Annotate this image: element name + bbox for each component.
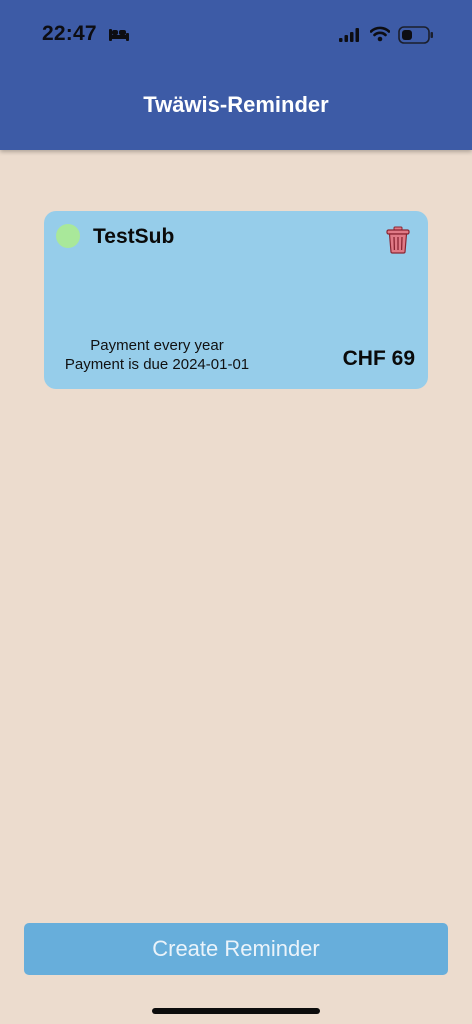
status-bar: 22:47	[0, 0, 472, 70]
wifi-icon	[370, 26, 390, 42]
app-title: Twäwis-Reminder	[143, 92, 329, 117]
payment-frequency: Payment every year	[90, 337, 224, 354]
bed-icon	[109, 29, 129, 41]
subscription-name: TestSub	[93, 225, 175, 248]
home-indicator[interactable]	[152, 1008, 320, 1014]
signal-icon	[339, 28, 359, 42]
app-header: 22:47 Twäwis-Reminder	[0, 0, 472, 150]
reminder-card[interactable]: TestSub Payment every year Payment is du…	[44, 211, 428, 389]
payment-info: Payment every year Payment is due 2024-0…	[54, 336, 260, 374]
battery-icon	[398, 26, 433, 44]
status-indicator	[56, 224, 80, 248]
status-time: 22:47	[42, 22, 97, 45]
create-reminder-button[interactable]: Create Reminder	[24, 923, 448, 975]
price-label: CHF 69	[342, 347, 415, 370]
payment-due-date: Payment is due 2024-01-01	[64, 356, 250, 373]
trash-icon[interactable]	[386, 226, 410, 254]
